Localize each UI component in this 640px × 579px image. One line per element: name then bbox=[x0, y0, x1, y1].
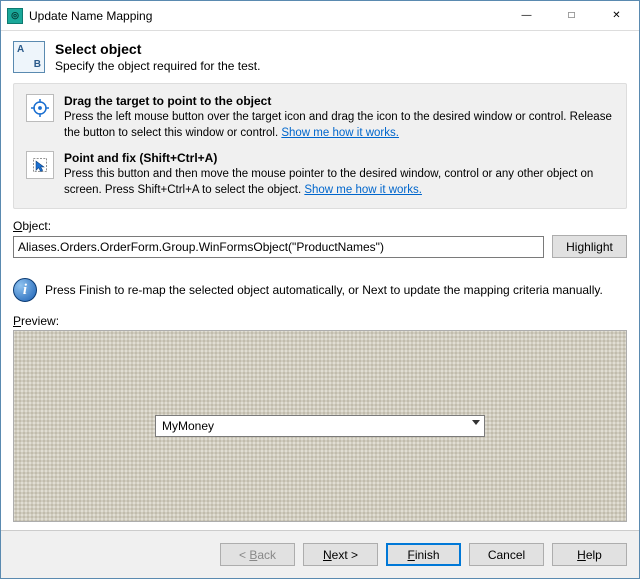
page-title: Select object bbox=[55, 41, 260, 57]
preview-combo-value: MyMoney bbox=[162, 419, 214, 433]
content-area: A B Select object Specify the object req… bbox=[1, 31, 639, 530]
instructions-panel: Drag the target to point to the object P… bbox=[13, 83, 627, 209]
dialog-window: ◎ Update Name Mapping — □ ✕ A B Select o… bbox=[0, 0, 640, 579]
preview-pane: MyMoney bbox=[13, 330, 627, 522]
chevron-down-icon bbox=[472, 420, 480, 425]
titlebar: ◎ Update Name Mapping — □ ✕ bbox=[1, 1, 639, 31]
drag-target-text: Press the left mouse button over the tar… bbox=[64, 110, 614, 141]
maximize-button[interactable]: □ bbox=[549, 1, 594, 30]
drag-target-help-link[interactable]: Show me how it works. bbox=[281, 127, 399, 139]
app-icon: ◎ bbox=[7, 8, 23, 24]
minimize-button[interactable]: — bbox=[504, 1, 549, 30]
cancel-button[interactable]: Cancel bbox=[469, 543, 544, 566]
target-icon[interactable] bbox=[26, 94, 54, 122]
object-label: Object: bbox=[13, 219, 627, 233]
preview-combobox[interactable]: MyMoney bbox=[155, 415, 485, 437]
next-button[interactable]: Next > bbox=[303, 543, 378, 566]
page-subtitle: Specify the object required for the test… bbox=[55, 59, 260, 73]
preview-label: Preview: bbox=[13, 314, 627, 328]
back-button: < Back bbox=[220, 543, 295, 566]
point-fix-title: Point and fix (Shift+Ctrl+A) bbox=[64, 151, 614, 165]
drag-target-title: Drag the target to point to the object bbox=[64, 94, 614, 108]
drag-target-row: Drag the target to point to the object P… bbox=[26, 94, 614, 141]
select-object-icon: A B bbox=[13, 41, 45, 73]
close-button[interactable]: ✕ bbox=[594, 1, 639, 30]
help-button[interactable]: Help bbox=[552, 543, 627, 566]
object-field-group: Object: Highlight bbox=[13, 219, 627, 268]
point-fix-text: Press this button and then move the mous… bbox=[64, 167, 614, 198]
info-text: Press Finish to re-map the selected obje… bbox=[45, 283, 603, 297]
finish-button[interactable]: Finish bbox=[386, 543, 461, 566]
window-title: Update Name Mapping bbox=[29, 9, 504, 23]
object-input[interactable] bbox=[13, 236, 544, 258]
info-row: i Press Finish to re-map the selected ob… bbox=[13, 278, 627, 302]
wizard-header: A B Select object Specify the object req… bbox=[13, 41, 627, 73]
info-icon: i bbox=[13, 278, 37, 302]
point-fix-icon[interactable] bbox=[26, 151, 54, 179]
wizard-header-text: Select object Specify the object require… bbox=[55, 41, 260, 73]
wizard-footer: < Back Next > Finish Cancel Help bbox=[1, 530, 639, 578]
highlight-button[interactable]: Highlight bbox=[552, 235, 627, 258]
point-fix-row: Point and fix (Shift+Ctrl+A) Press this … bbox=[26, 151, 614, 198]
point-fix-help-link[interactable]: Show me how it works. bbox=[304, 184, 422, 196]
